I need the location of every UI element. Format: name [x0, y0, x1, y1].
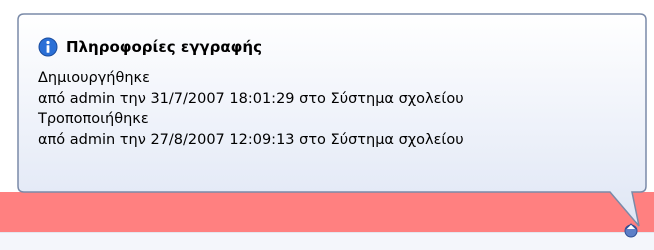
modified-label: Τροποποιήθηκε — [38, 111, 149, 127]
modified-details: από admin την 27/8/2007 12:09:13 στο Σύσ… — [38, 131, 464, 148]
tooltip-title-row: Πληροφορίες εγγραφής — [38, 33, 638, 61]
tooltip-title: Πληροφορίες εγγραφής — [66, 38, 262, 56]
tooltip-body: Δημιουργήθηκε από admin την 31/7/2007 18… — [38, 68, 638, 150]
info-icon — [38, 37, 58, 57]
tooltip-content: Πληροφορίες εγγραφής Δημιουργήθηκε από a… — [38, 33, 638, 150]
created-details: από admin την 31/7/2007 18:01:29 στο Σύσ… — [38, 90, 464, 107]
created-label: Δημιουργήθηκε — [38, 70, 150, 86]
